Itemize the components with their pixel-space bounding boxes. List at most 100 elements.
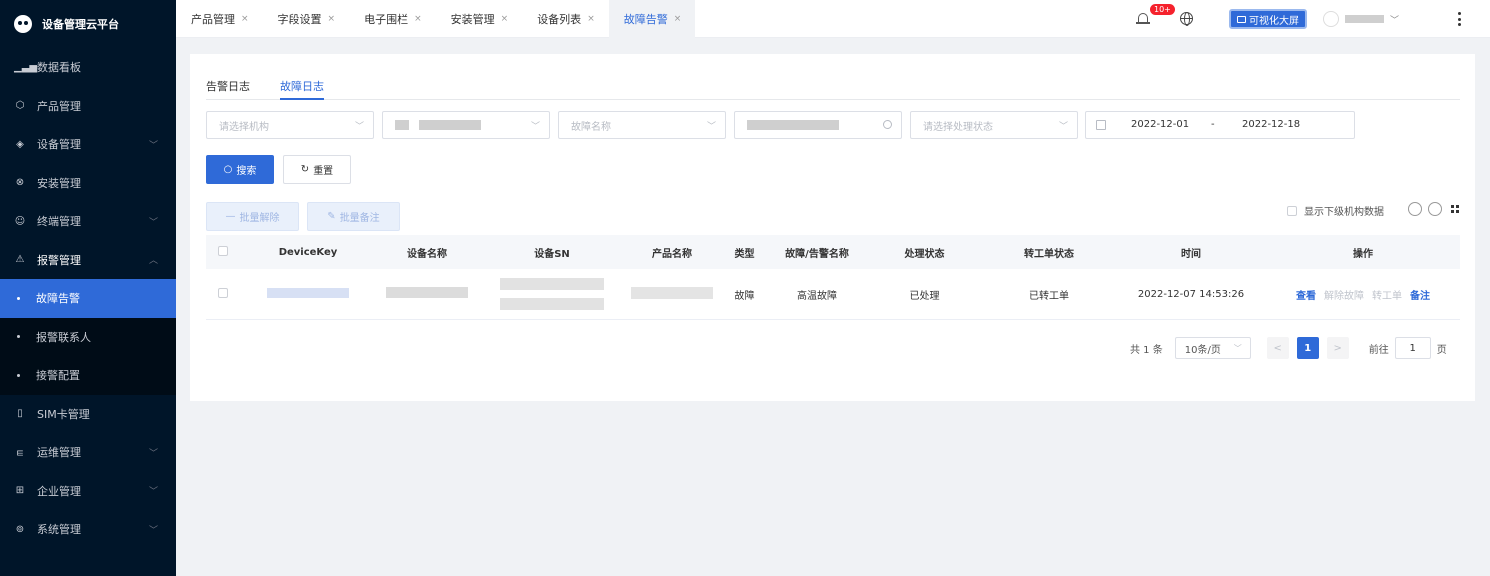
sidebar-subitem-fault-alarm[interactable]: 故障告警 [0,279,176,318]
batch-unbind-button[interactable]: — 批量解除 [206,202,299,231]
batch-remark-label: 批量备注 [339,213,380,224]
monitor-icon [1237,15,1246,23]
sidebar-item-sim[interactable]: ▯ SIM卡管理 [0,395,176,434]
devicekey-cell [244,287,372,301]
unbind-fault-link[interactable]: 解除故障 [1324,287,1364,302]
sidebar-menu: ▁▃▅ 数据看板 ⬡ 产品管理 ◈ 设备管理 ﹀ ⊗ 安装管理 ☺ 终端管理 ﹀… [0,48,176,279]
globe-icon[interactable] [1180,12,1193,26]
notification-badge: 10+ [1150,4,1175,15]
sidebar-item-devices[interactable]: ◈ 设备管理 ﹀ [0,125,176,164]
tab-device-list[interactable]: 设备列表 × [522,0,609,38]
prev-page-button[interactable]: < [1266,337,1289,359]
chevron-down-icon: ﹀ [1058,122,1068,132]
row-select-cell [206,287,244,301]
main-card: 告警日志 故障日志 请选择机构 ﹀ ﹀ 故障名称 ﹀ 请选择处理状态 ﹀ 202… [190,54,1475,401]
date-start[interactable]: 2022-12-01 [1131,119,1189,130]
page-size-select[interactable]: 10条/页 ﹀ [1174,337,1251,359]
close-icon[interactable]: × [328,14,336,24]
more-vertical-icon[interactable] [1458,12,1461,26]
app-title: 设备管理云平台 [42,18,119,31]
remark-link[interactable]: 备注 [1410,287,1430,302]
view-link[interactable]: 查看 [1296,287,1316,302]
redacted-device-name [386,287,468,298]
sidebar-item-label: 安装管理 [37,176,81,190]
ticket-status-cell: 已转工单 [1029,290,1069,302]
layers-icon: ◈ [16,138,24,150]
sidebar-item-products[interactable]: ⬡ 产品管理 [0,87,176,126]
convert-ticket-link[interactable]: 转工单 [1372,287,1402,302]
sidebar: 设备管理云平台 ▁▃▅ 数据看板 ⬡ 产品管理 ◈ 设备管理 ﹀ ⊗ 安装管理 … [0,0,176,576]
search-button[interactable]: ○ 搜索 [206,155,274,184]
user-menu[interactable]: ﹀ [1323,10,1399,28]
chevron-down-icon: ﹀ [148,487,158,498]
visual-screen-label: 可视化大屏 [1249,15,1299,27]
fault-name-select[interactable]: 故障名称 ﹀ [558,111,726,139]
date-separator: - [1211,119,1215,130]
grid-icon[interactable] [1451,205,1459,213]
product-name-cell [622,286,722,302]
device-search-input[interactable] [734,111,902,139]
sidebar-menu-lower: ▯ SIM卡管理 ㅌ 运维管理 ﹀ ⊞ 企业管理 ﹀ ⊚ 系统管理 ﹀ [0,395,176,549]
tab-fault-alarm[interactable]: 故障告警 × [608,0,696,38]
sidebar-item-system[interactable]: ⊚ 系统管理 ﹀ [0,510,176,549]
page-size-value: 10条/页 [1184,344,1221,356]
next-page-button[interactable]: > [1326,337,1349,359]
fault-name-placeholder: 故障名称 [571,121,611,133]
building-icon: ⊞ [15,485,25,497]
minus-icon: — [225,211,236,222]
show-sub-org-checkbox[interactable] [1287,205,1297,216]
sidebar-item-enterprise[interactable]: ⊞ 企业管理 ﹀ [0,472,176,511]
status-select[interactable]: 请选择处理状态 ﹀ [910,111,1078,139]
close-icon[interactable]: × [501,14,509,24]
goto-page-input[interactable]: 1 [1394,337,1431,359]
org-select-placeholder: 请选择机构 [219,121,269,133]
page-number-1[interactable]: 1 [1296,337,1319,359]
sidebar-item-label: 数据看板 [37,61,81,75]
date-end[interactable]: 2022-12-18 [1242,119,1300,130]
sidebar-item-ops[interactable]: ㅌ 运维管理 ﹀ [0,433,176,472]
alarm-icon: ⚠ [15,254,25,266]
sidebar-item-terminals[interactable]: ☺ 终端管理 ﹀ [0,202,176,241]
sidebar-item-label: 终端管理 [37,215,81,229]
redacted-sn [500,278,604,310]
search-icon[interactable] [1408,202,1422,216]
sidebar-item-alarms[interactable]: ⚠ 报警管理 ︿ [0,241,176,280]
sidebar-subitem-label: 故障告警 [36,292,80,306]
close-icon[interactable]: × [587,14,595,24]
sidebar-item-dashboard[interactable]: ▁▃▅ 数据看板 [0,48,176,87]
row-checkbox[interactable] [218,287,228,298]
tab-alarm-log[interactable]: 告警日志 [206,78,250,94]
tab-field-settings[interactable]: 字段设置 × [263,0,350,38]
header-status: 处理状态 [904,248,945,260]
tab-fault-log[interactable]: 故障日志 [280,78,324,100]
close-icon[interactable]: × [674,14,682,24]
tab-product-management[interactable]: 产品管理 × [176,0,263,38]
bell-icon[interactable] [1136,12,1150,27]
table-header: DeviceKey 设备名称 设备SN 产品名称 类型 故障/告警名称 处理状态… [206,235,1460,269]
batch-remark-button[interactable]: ✎ 批量备注 [307,202,400,231]
sidebar-subitem-alarm-contacts[interactable]: 报警联系人 [0,318,176,357]
device-sn-cell [482,278,622,310]
header-ticket-status: 转工单状态 [1024,248,1074,260]
tab-install-management[interactable]: 安装管理 × [436,0,523,38]
sidebar-subitem-alarm-config[interactable]: 接警配置 [0,356,176,395]
org-select[interactable]: 请选择机构 ﹀ [206,111,374,139]
org-value-select[interactable]: ﹀ [382,111,550,139]
show-sub-org-toggle[interactable]: 显示下级机构数据 [1287,203,1384,218]
sidebar-item-install[interactable]: ⊗ 安装管理 [0,164,176,203]
pagination-total: 共 1 条 [1130,344,1163,356]
sidebar-item-label: SIM卡管理 [37,407,90,421]
reset-button[interactable]: ↻ 重置 [283,155,351,184]
date-range-picker[interactable]: 2022-12-01 - 2022-12-18 [1085,111,1355,139]
actions-cell: 查看 解除故障 转工单 备注 [1266,287,1460,302]
tab-geofence[interactable]: 电子围栏 × [349,0,436,38]
logo: 设备管理云平台 [0,0,176,48]
close-icon[interactable]: × [241,14,249,24]
close-icon[interactable]: × [414,14,422,24]
refresh-icon[interactable] [1428,202,1442,216]
visual-screen-button[interactable]: 可视化大屏 [1229,9,1307,29]
select-all-checkbox[interactable] [218,245,228,256]
log-tabs: 告警日志 故障日志 [206,54,1460,100]
tab-label: 电子围栏 [364,13,409,26]
topbar: 产品管理 × 字段设置 × 电子围栏 × 安装管理 × 设备列表 × 故障告警 … [176,0,1490,38]
